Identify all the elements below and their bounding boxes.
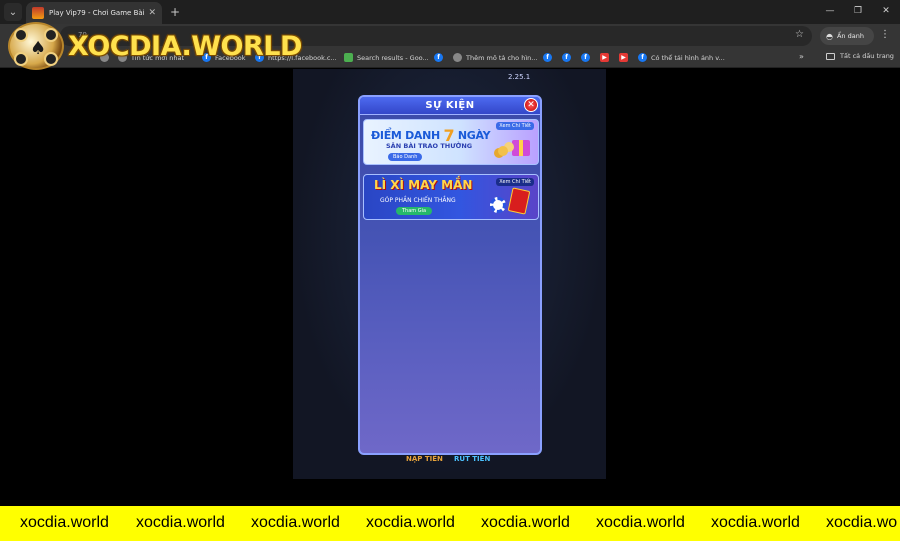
logo-emblem-icon: ♠: [8, 22, 64, 70]
checkin-button[interactable]: Báo Danh: [388, 153, 423, 161]
modal-header: SỰ KIỆN ✕: [360, 97, 540, 115]
site-favicon: [32, 7, 44, 19]
footer-text: xocdia.world: [136, 514, 225, 531]
footer-text: xocdia.world: [20, 514, 109, 531]
bookmark-item[interactable]: Search results - Goo...: [344, 53, 429, 62]
youtube-icon: ▶: [600, 53, 609, 62]
restore-icon[interactable]: ❐: [844, 0, 872, 24]
new-tab-icon[interactable]: +: [170, 5, 180, 19]
window-controls: — ❐ ✕: [816, 0, 900, 24]
poker-chip-icon: [490, 197, 506, 213]
all-bookmarks-button[interactable]: Tất cả dấu trang: [826, 52, 894, 60]
event-modal: SỰ KIỆN ✕ ĐIỂM DANH 7 NGÀY SĂN BÀI TRAO …: [358, 95, 542, 455]
facebook-icon: f: [562, 53, 571, 62]
browser-tab-strip: ⌄ Play Vip79 - Chơi Game Bài Đổ ✕ + — ❐ …: [0, 0, 900, 24]
facebook-icon: f: [543, 53, 552, 62]
incognito-button[interactable]: ◓ Ẩn danh: [820, 27, 874, 45]
bookmark-item[interactable]: ▶: [600, 53, 609, 62]
footer-text: xocdia.world: [711, 514, 800, 531]
bookmark-item[interactable]: f: [434, 53, 443, 62]
footer-text: xocdia.wo: [826, 514, 898, 531]
footer-text: xocdia.world: [366, 514, 455, 531]
bookmark-item[interactable]: Thêm mô tả cho hìn...: [453, 53, 537, 62]
more-menu-icon[interactable]: ⋮: [880, 29, 890, 40]
chip-icon: [14, 28, 28, 42]
facebook-icon: f: [638, 53, 647, 62]
footer-text: xocdia.world: [481, 514, 570, 531]
folder-icon: [826, 52, 835, 60]
withdraw-button[interactable]: RÚT TIỀN: [454, 455, 490, 463]
watermark-footer: xocdia.world xocdia.world xocdia.world x…: [0, 506, 900, 541]
close-icon[interactable]: ✕: [524, 98, 538, 112]
drive-icon: [344, 53, 353, 62]
bookmark-item[interactable]: f: [581, 53, 590, 62]
banner-subtitle: GÓP PHẦN CHIẾN THẮNG: [380, 197, 456, 204]
close-window-icon[interactable]: ✕: [872, 0, 900, 24]
view-detail-button[interactable]: Xem Chi Tiết: [496, 178, 534, 186]
facebook-icon: f: [581, 53, 590, 62]
banner-title: ĐIỂM DANH 7 NGÀY: [371, 126, 491, 145]
gift-box-icon: [512, 140, 530, 156]
coins-icon: [498, 146, 508, 156]
deposit-button[interactable]: NẠP TIỀN: [406, 455, 443, 463]
spade-icon: ♠: [30, 38, 47, 59]
footer-text: xocdia.world: [596, 514, 685, 531]
bookmark-item[interactable]: ▶: [619, 53, 628, 62]
bookmark-item[interactable]: f Có thể tải hình ảnh v...: [638, 53, 725, 62]
tab-title: Play Vip79 - Chơi Game Bài Đổ: [49, 9, 145, 17]
active-tab[interactable]: Play Vip79 - Chơi Game Bài Đổ ✕: [26, 2, 162, 24]
bookmark-star-icon[interactable]: ☆: [795, 29, 804, 40]
minimize-icon[interactable]: —: [816, 0, 844, 24]
footer-text: xocdia.world: [251, 514, 340, 531]
watermark-logo: ♠ XOCDIA.WORLD: [8, 22, 302, 70]
bookmark-item[interactable]: f: [543, 53, 552, 62]
banner-subtitle: SĂN BÀI TRAO THƯỞNG: [386, 142, 473, 150]
event-banner-checkin[interactable]: ĐIỂM DANH 7 NGÀY SĂN BÀI TRAO THƯỞNG Báo…: [363, 119, 539, 165]
event-banner-lucky-money[interactable]: LÌ XÌ MAY MẮN GÓP PHẦN CHIẾN THẮNG Tham …: [363, 174, 539, 220]
modal-title: SỰ KIỆN: [425, 100, 475, 111]
bookmarks-overflow-icon[interactable]: »: [799, 52, 804, 61]
globe-icon: [453, 53, 462, 62]
tab-search-chevron-icon[interactable]: ⌄: [4, 3, 22, 21]
red-envelope-icon: [507, 187, 531, 215]
tab-close-icon[interactable]: ✕: [148, 8, 156, 18]
view-detail-button[interactable]: Xem Chi Tiết: [496, 122, 534, 130]
youtube-icon: ▶: [619, 53, 628, 62]
watermark-text: XOCDIA.WORLD: [68, 30, 302, 62]
facebook-icon: f: [434, 53, 443, 62]
incognito-icon: ◓: [826, 31, 833, 41]
bookmark-item[interactable]: f: [562, 53, 571, 62]
incognito-label: Ẩn danh: [836, 32, 864, 40]
chip-icon: [14, 52, 28, 66]
join-button[interactable]: Tham Gia: [396, 207, 433, 215]
game-version: 2.25.1: [508, 73, 531, 81]
screen: ⌄ Play Vip79 - Chơi Game Bài Đổ ✕ + — ❐ …: [0, 0, 900, 541]
banner-title: LÌ XÌ MAY MẮN: [374, 178, 473, 192]
